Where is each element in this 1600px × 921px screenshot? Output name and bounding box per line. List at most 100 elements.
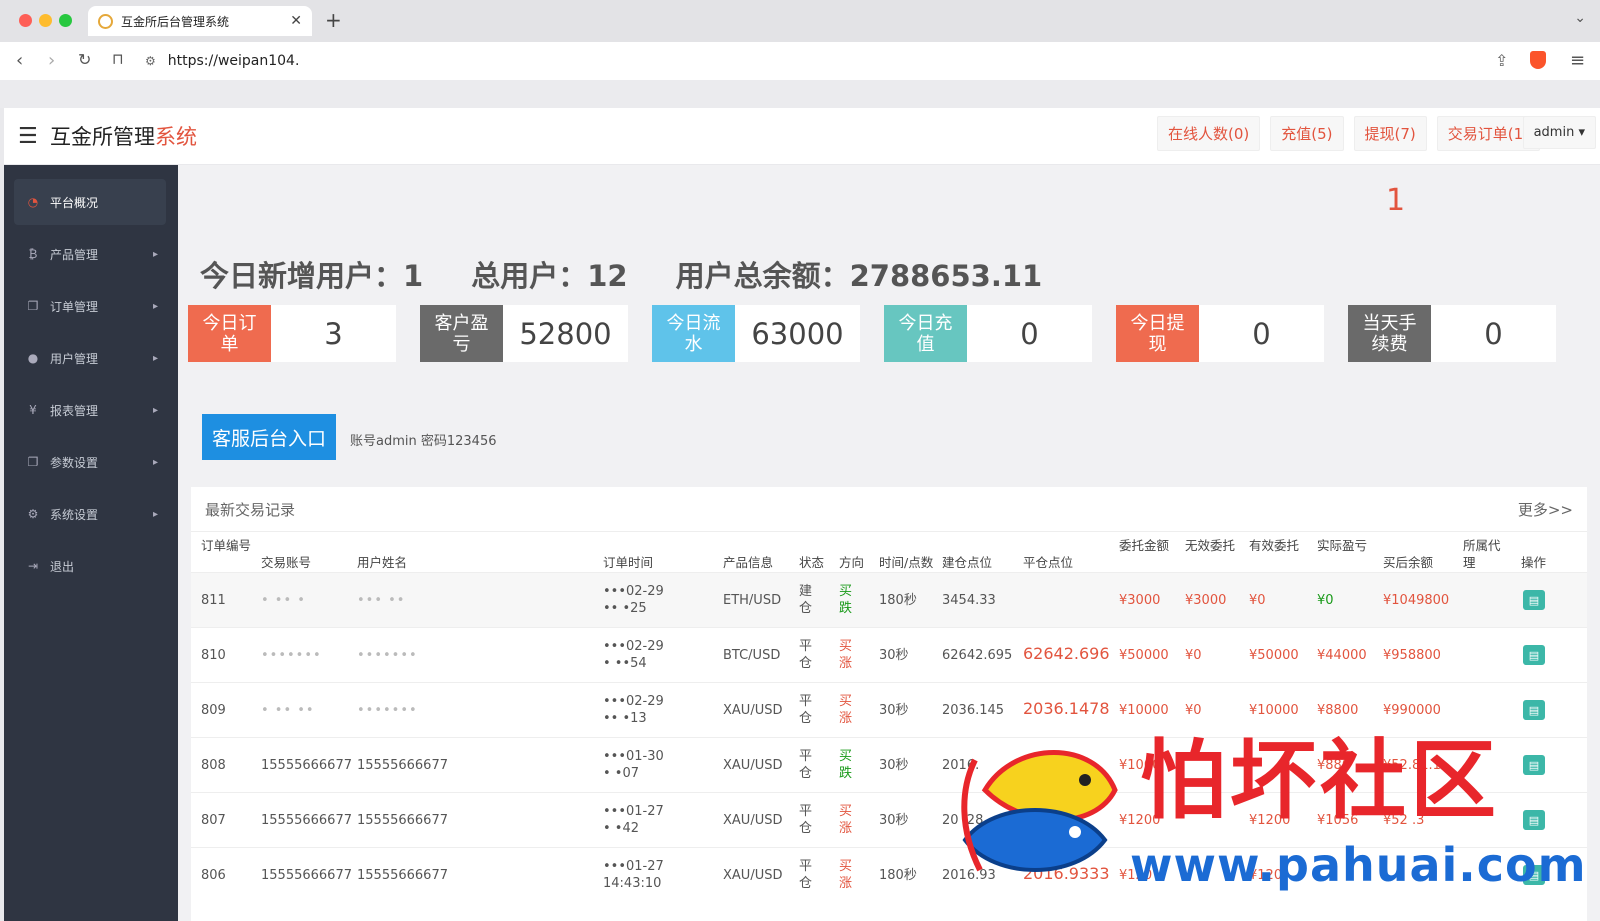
admin-label: admin — [1533, 125, 1575, 140]
copy-icon: ❐ — [27, 299, 39, 313]
favicon-icon — [98, 13, 113, 29]
user-summary: 今日新增用户：1 总用户：12 用户总余额：2788653.11 — [200, 253, 1042, 295]
online-users-link[interactable]: 在线人数(0) — [1157, 116, 1261, 151]
cell-name: 15555666677 — [357, 868, 448, 883]
sidebar-item-system[interactable]: ⚙ 系统设置 ▸ — [14, 491, 166, 537]
detail-icon[interactable]: ▤ — [1523, 645, 1545, 665]
sidebar-item-label: 订单管理 — [50, 299, 99, 314]
chevron-right-icon: ▸ — [152, 352, 158, 364]
browser-tab[interactable]: 互金所后台管理系统 ✕ — [88, 6, 312, 36]
menu-icon[interactable]: ≡ — [1570, 50, 1585, 71]
customer-service-button[interactable]: 客服后台入口 — [202, 414, 336, 460]
order-clock: •• •25 — [603, 601, 647, 616]
cell-open: 62642.695 — [942, 648, 1013, 663]
cell-product: XAU/USD — [723, 813, 783, 828]
column-header: 时间/点数 — [879, 555, 934, 570]
stat-today-orders: 今日订单 3 — [188, 305, 396, 362]
column-header: 所属代理 — [1463, 538, 1501, 570]
sidebar-item-users[interactable]: ● 用户管理 ▸ — [14, 335, 166, 381]
order-clock: 14:43:10 — [603, 876, 662, 891]
stat-label: 今日提现 — [1116, 305, 1199, 362]
more-link[interactable]: 更多>> — [1518, 499, 1573, 520]
balance-label: 用户总余额： — [675, 259, 850, 293]
url-field[interactable]: ⚙ https://weipan104. — [145, 48, 299, 74]
withdraw-link[interactable]: 提现(7) — [1353, 116, 1427, 151]
sidebar-item-label: 平台概况 — [50, 195, 99, 210]
sidebar-item-params[interactable]: ❐ 参数设置 ▸ — [14, 439, 166, 485]
dashboard-icon: ◔ — [27, 195, 39, 209]
cell-invalid: ¥3000 — [1185, 593, 1227, 608]
cell-name: ••• •• — [357, 593, 406, 608]
column-header: 建仓点位 — [942, 555, 993, 570]
new-tab-icon[interactable]: + — [325, 8, 342, 32]
stat-today-withdraw: 今日提现 0 — [1116, 305, 1324, 362]
yen-icon: ¥ — [29, 403, 37, 417]
order-time: •••02-29 •• •13 — [603, 693, 713, 727]
chevron-right-icon: ▸ — [152, 300, 158, 312]
stat-value: 0 — [1484, 316, 1503, 351]
order-time: •••01-30 • •07 — [603, 748, 713, 782]
cell-product: BTC/USD — [723, 648, 781, 663]
hamburger-menu-icon[interactable]: ☰ — [18, 124, 38, 149]
column-header: 用户姓名 — [357, 555, 408, 570]
minimize-window-button[interactable] — [39, 14, 52, 27]
header-links: 在线人数(0) 充值(5) 提现(7) 交易订单(1) — [1157, 116, 1540, 151]
back-icon[interactable]: ‹ — [16, 50, 23, 71]
new-users-summary: 今日新增用户：1 — [200, 253, 423, 295]
sidebar-item-orders[interactable]: ❐ 订单管理 ▸ — [14, 283, 166, 329]
stat-label: 今日充值 — [884, 305, 967, 362]
sidebar-item-label: 参数设置 — [50, 455, 99, 470]
cell-dur: 30秒 — [879, 703, 909, 718]
cell-account: 15555666677 — [261, 868, 352, 883]
stat-customer-pl: 客户盈亏 52800 — [420, 305, 628, 362]
order-clock: •• •13 — [603, 711, 647, 726]
balance-value: 2788653.11 — [849, 259, 1043, 293]
admin-dropdown[interactable]: admin ▾ — [1522, 116, 1596, 149]
cell-balance: ¥958800 — [1383, 648, 1441, 663]
close-icon[interactable]: ✕ — [290, 13, 302, 29]
stat-today-fee: 当天手续费 0 — [1348, 305, 1556, 362]
chevron-right-icon: ▸ — [152, 508, 158, 520]
cell-amount: ¥50000 — [1119, 648, 1169, 663]
column-header: 操作 — [1521, 555, 1547, 570]
gears-icon: ⚙ — [27, 507, 39, 521]
sidebar-item-products[interactable]: ₿ 产品管理 ▸ — [14, 231, 166, 277]
panel-title: 最新交易记录 — [205, 501, 296, 519]
sidebar-item-logout[interactable]: ⇥ 退出 — [14, 543, 166, 589]
reload-icon[interactable]: ↻ — [78, 50, 91, 69]
cell-valid: ¥0 — [1249, 593, 1266, 608]
column-header: 有效委托 — [1249, 538, 1300, 553]
sidebar-item-reports[interactable]: ¥ 报表管理 ▸ — [14, 387, 166, 433]
cell-product: XAU/USD — [723, 703, 783, 718]
site-settings-icon[interactable]: ⚙ — [145, 54, 156, 68]
bookmark-icon[interactable]: ⊓ — [112, 50, 124, 68]
order-time: •••01-27 • •42 — [603, 803, 713, 837]
maximize-window-button[interactable] — [59, 14, 72, 27]
chevron-down-icon[interactable]: ⌄ — [1574, 10, 1586, 26]
address-bar: ‹ › ↻ ⊓ ⚙ https://weipan104. ⇪ ≡ — [0, 42, 1600, 80]
caret-down-icon: ▾ — [1578, 125, 1585, 140]
cell-name: 15555666677 — [357, 813, 448, 828]
position-status: 平仓 — [799, 694, 813, 726]
brave-shield-icon[interactable] — [1530, 51, 1546, 69]
share-icon[interactable]: ⇪ — [1495, 51, 1508, 70]
forward-icon[interactable]: › — [48, 50, 55, 71]
close-window-button[interactable] — [19, 14, 32, 27]
detail-icon[interactable]: ▤ — [1523, 700, 1545, 720]
cell-account: 15555666677 — [261, 813, 352, 828]
sidebar-item-label: 用户管理 — [50, 351, 99, 366]
sidebar-item-label: 报表管理 — [50, 403, 99, 418]
divider — [191, 531, 1587, 532]
copy-icon: ❐ — [27, 455, 39, 469]
recharge-link[interactable]: 充值(5) — [1270, 116, 1344, 151]
detail-icon[interactable]: ▤ — [1523, 590, 1545, 610]
cell-amount: ¥3000 — [1119, 593, 1161, 608]
cell-product: XAU/USD — [723, 868, 783, 883]
balance-summary: 用户总余额：2788653.11 — [676, 253, 1043, 295]
order-clock: • ••54 — [603, 656, 647, 671]
chevron-right-icon: ▸ — [152, 248, 158, 260]
position-status: 平仓 — [799, 804, 813, 836]
sidebar-item-overview[interactable]: ◔ 平台概况 — [14, 179, 166, 225]
order-date: •••01-27 — [603, 804, 664, 819]
position-status: 平仓 — [799, 749, 813, 781]
